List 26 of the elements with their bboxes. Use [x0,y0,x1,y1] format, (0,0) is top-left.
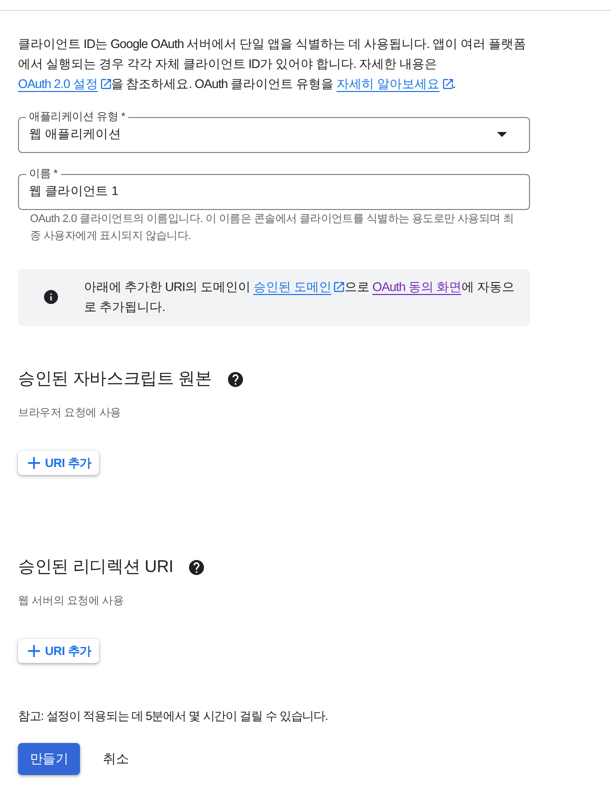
section-description: 웹 서버의 요청에 사용 [18,594,125,609]
text-link[interactable]: OAuth 2.0 설정 [18,77,111,91]
create-button[interactable]: 만들기 [18,743,80,775]
section-description: 브라우저 요청에 사용 [18,406,122,421]
cancel-button[interactable]: 취소 [91,743,141,775]
dropdown-select[interactable]: 애플리케이션 유형 * 웹 애플리케이션 [18,111,530,153]
intro-paragraph: 클라이언트 ID는 Google OAuth 서버에서 단일 앱을 식별하는 데 사용됩니다. 앱이 여러 플랫폼에서 실행되는 경우 각각 자체 클라이언트 ID가 있어야 합니다. 자세한 내용은 OAuth 2.0 설정 을 참조하세요. OAuth 클라이언트 유형을 자세히 알아보세요 . [18,36,527,93]
info-icon [44,290,58,304]
text-link[interactable]: OAuth 동의 화면 [372,280,462,294]
field-label: 애플리케이션 유형 * [28,111,126,124]
help-icon[interactable] [189,560,204,574]
text-link[interactable]: 승인된 도메인 [253,280,344,294]
caret-down-icon [497,132,507,136]
text-input-field[interactable]: 이름 * 웹 클라이언트 1 [18,168,530,210]
add-uri-button[interactable]: URI 추가 [18,639,100,663]
plus-icon [28,645,40,657]
plus-icon [28,457,40,469]
help-icon[interactable] [228,372,243,386]
field-label: 이름 * [28,168,59,181]
section-heading: 승인된 리디렉션 URI [18,556,174,578]
info-text: 아래에 추가한 URI의 도메인이 승인된 도메인 으로 OAuth 동의 화면에 자동으로 추가됩니다. [84,279,516,316]
add-uri-button[interactable]: URI 추가 [18,451,100,475]
field-hint: OAuth 2.0 클라이언트의 이름입니다. 이 이름은 콘솔에서 클라이언트를 식별하는 용도로만 사용되며 최종 사용자에게 표시되지 않습니다. [29,212,515,244]
note-text: 참고: 설정이 적용되는 데 5분에서 몇 시간이 걸릴 수 있습니다. [18,708,329,725]
text-link[interactable]: 자세히 알아보세요 [336,77,453,91]
section-heading: 승인된 자바스크립트 원본 [18,368,212,390]
